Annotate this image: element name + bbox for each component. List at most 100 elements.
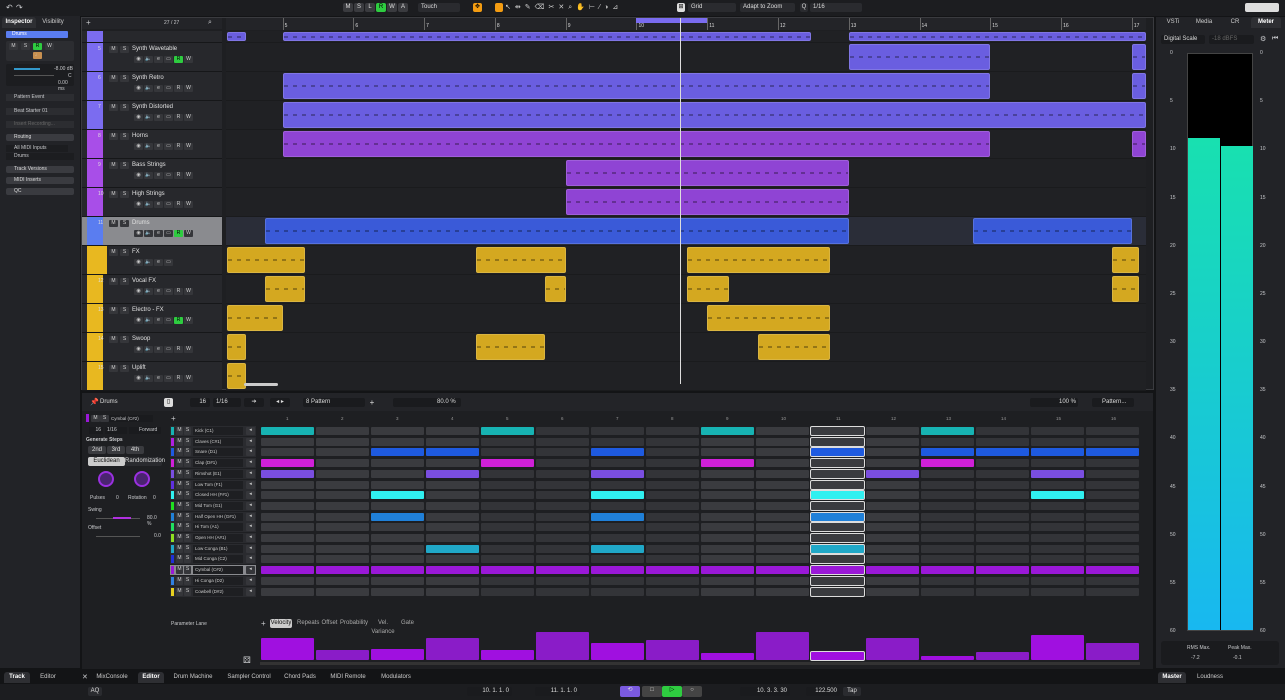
step-on[interactable]: [646, 566, 699, 575]
pan-slider[interactable]: [14, 75, 54, 76]
solo-button[interactable]: S: [120, 220, 129, 227]
event-clip[interactable]: [758, 334, 830, 360]
step-off[interactable]: [1031, 544, 1084, 553]
lane-mute-button[interactable]: M: [176, 448, 183, 457]
lane-icon[interactable]: ▭: [164, 375, 173, 382]
write-automation-button[interactable]: W: [184, 143, 193, 150]
param-scrollbar[interactable]: [260, 662, 1140, 665]
track-lane[interactable]: [226, 101, 1146, 130]
step-off[interactable]: [921, 469, 974, 478]
track-name[interactable]: Bass Strings: [132, 162, 166, 168]
step-off[interactable]: [426, 512, 479, 521]
monitor-icon[interactable]: ◉: [134, 259, 143, 266]
edit-icon[interactable]: e: [154, 56, 163, 63]
step-off[interactable]: [261, 512, 314, 521]
add-track-icon[interactable]: +: [86, 18, 91, 27]
step-off[interactable]: [426, 427, 479, 435]
velocity-bar[interactable]: [976, 651, 1029, 660]
step-off[interactable]: [591, 523, 644, 532]
step-on[interactable]: [426, 544, 479, 553]
step-off[interactable]: [426, 576, 479, 585]
step-on[interactable]: [371, 566, 424, 575]
track-name[interactable]: Electro - FX: [132, 307, 164, 313]
step-off[interactable]: [756, 427, 809, 435]
step-on[interactable]: [976, 566, 1029, 575]
step-off[interactable]: [866, 459, 919, 468]
edit-icon[interactable]: e: [154, 172, 163, 179]
step-off[interactable]: [866, 448, 919, 457]
solo-button[interactable]: S: [120, 162, 129, 169]
lane-mute-button[interactable]: M: [176, 427, 183, 435]
speaker-icon[interactable]: 🔈: [144, 172, 153, 179]
event-clip[interactable]: [687, 247, 830, 273]
step-off[interactable]: [316, 459, 369, 468]
midi-input-select[interactable]: All MIDI Inputs: [6, 145, 68, 152]
step-off[interactable]: [646, 512, 699, 521]
speaker-icon[interactable]: 🔈: [144, 317, 153, 324]
drum-lane[interactable]: M S Claves (C#1) ◂: [170, 436, 256, 447]
lane-icon[interactable]: ▭: [164, 288, 173, 295]
step-off[interactable]: [1031, 480, 1084, 489]
step-off[interactable]: [481, 523, 534, 532]
event-clip[interactable]: [707, 305, 830, 331]
step-off[interactable]: [1031, 534, 1084, 542]
read-automation-button[interactable]: R: [174, 201, 183, 208]
step-off[interactable]: [536, 555, 589, 564]
read-automation-button[interactable]: R: [174, 114, 183, 121]
edit-icon[interactable]: e: [154, 288, 163, 295]
lane-icon[interactable]: ▭: [164, 172, 173, 179]
step-off[interactable]: [701, 437, 754, 446]
param-tab-gate[interactable]: Gate: [400, 619, 415, 628]
param-tab-offset[interactable]: Offset: [321, 619, 338, 628]
bottom-tab-mixconsole-2[interactable]: MixConsole: [92, 672, 132, 683]
mute-button[interactable]: M: [109, 278, 118, 285]
lane-mute-button[interactable]: M: [176, 566, 183, 575]
solo-button[interactable]: S: [120, 75, 129, 82]
step-on[interactable]: [481, 459, 534, 468]
step-on[interactable]: [316, 566, 369, 575]
step-on[interactable]: [756, 566, 809, 575]
snap-toggle[interactable]: ⊞: [677, 3, 685, 12]
lane-name[interactable]: Hi Conga (D2): [193, 576, 243, 585]
step-off[interactable]: [481, 501, 534, 510]
event-clip[interactable]: [282, 32, 811, 41]
lane-solo-button[interactable]: S: [184, 576, 191, 585]
mute-button[interactable]: M: [109, 46, 118, 53]
mute-button[interactable]: M: [109, 75, 118, 82]
event-clip[interactable]: [282, 102, 1146, 128]
step-off[interactable]: [536, 587, 589, 596]
step-off[interactable]: [261, 491, 314, 500]
playhead[interactable]: [680, 18, 682, 384]
mode-button-r[interactable]: R: [376, 3, 386, 12]
solo-button[interactable]: S: [120, 307, 129, 314]
step-off[interactable]: [371, 544, 424, 553]
monitor-icon[interactable]: ◉: [134, 201, 143, 208]
close-icon[interactable]: ✕: [82, 673, 88, 681]
shift-buttons[interactable]: ◂ ▸: [270, 398, 290, 407]
step-off[interactable]: [316, 437, 369, 446]
drum-lane[interactable]: M S Hi Conga (D2) ◂: [170, 575, 256, 586]
lane-mute-button[interactable]: M: [176, 501, 183, 510]
step-off[interactable]: [921, 534, 974, 542]
rotation-knob[interactable]: [134, 471, 150, 487]
step-off[interactable]: [316, 534, 369, 542]
step-off[interactable]: [921, 491, 974, 500]
step-off[interactable]: [756, 555, 809, 564]
step-off[interactable]: [371, 576, 424, 585]
lane-solo-button[interactable]: S: [184, 566, 191, 575]
add-lane-icon[interactable]: +: [171, 414, 176, 423]
step-off[interactable]: [701, 501, 754, 510]
lane-name[interactable]: Mid Tom (G1): [193, 501, 243, 510]
step-off[interactable]: [976, 480, 1029, 489]
step-off[interactable]: [810, 522, 865, 533]
object-select-tool[interactable]: [495, 3, 503, 12]
track-name[interactable]: Swoop: [132, 336, 150, 342]
step-off[interactable]: [646, 448, 699, 457]
speaker-icon[interactable]: 🔈: [144, 143, 153, 150]
lane-mute-button[interactable]: M: [176, 544, 183, 553]
step-on[interactable]: [866, 469, 919, 478]
step-off[interactable]: [261, 448, 314, 457]
step-off[interactable]: [371, 459, 424, 468]
step-off[interactable]: [316, 587, 369, 596]
show-left-zone-button[interactable]: ▯: [164, 398, 173, 407]
